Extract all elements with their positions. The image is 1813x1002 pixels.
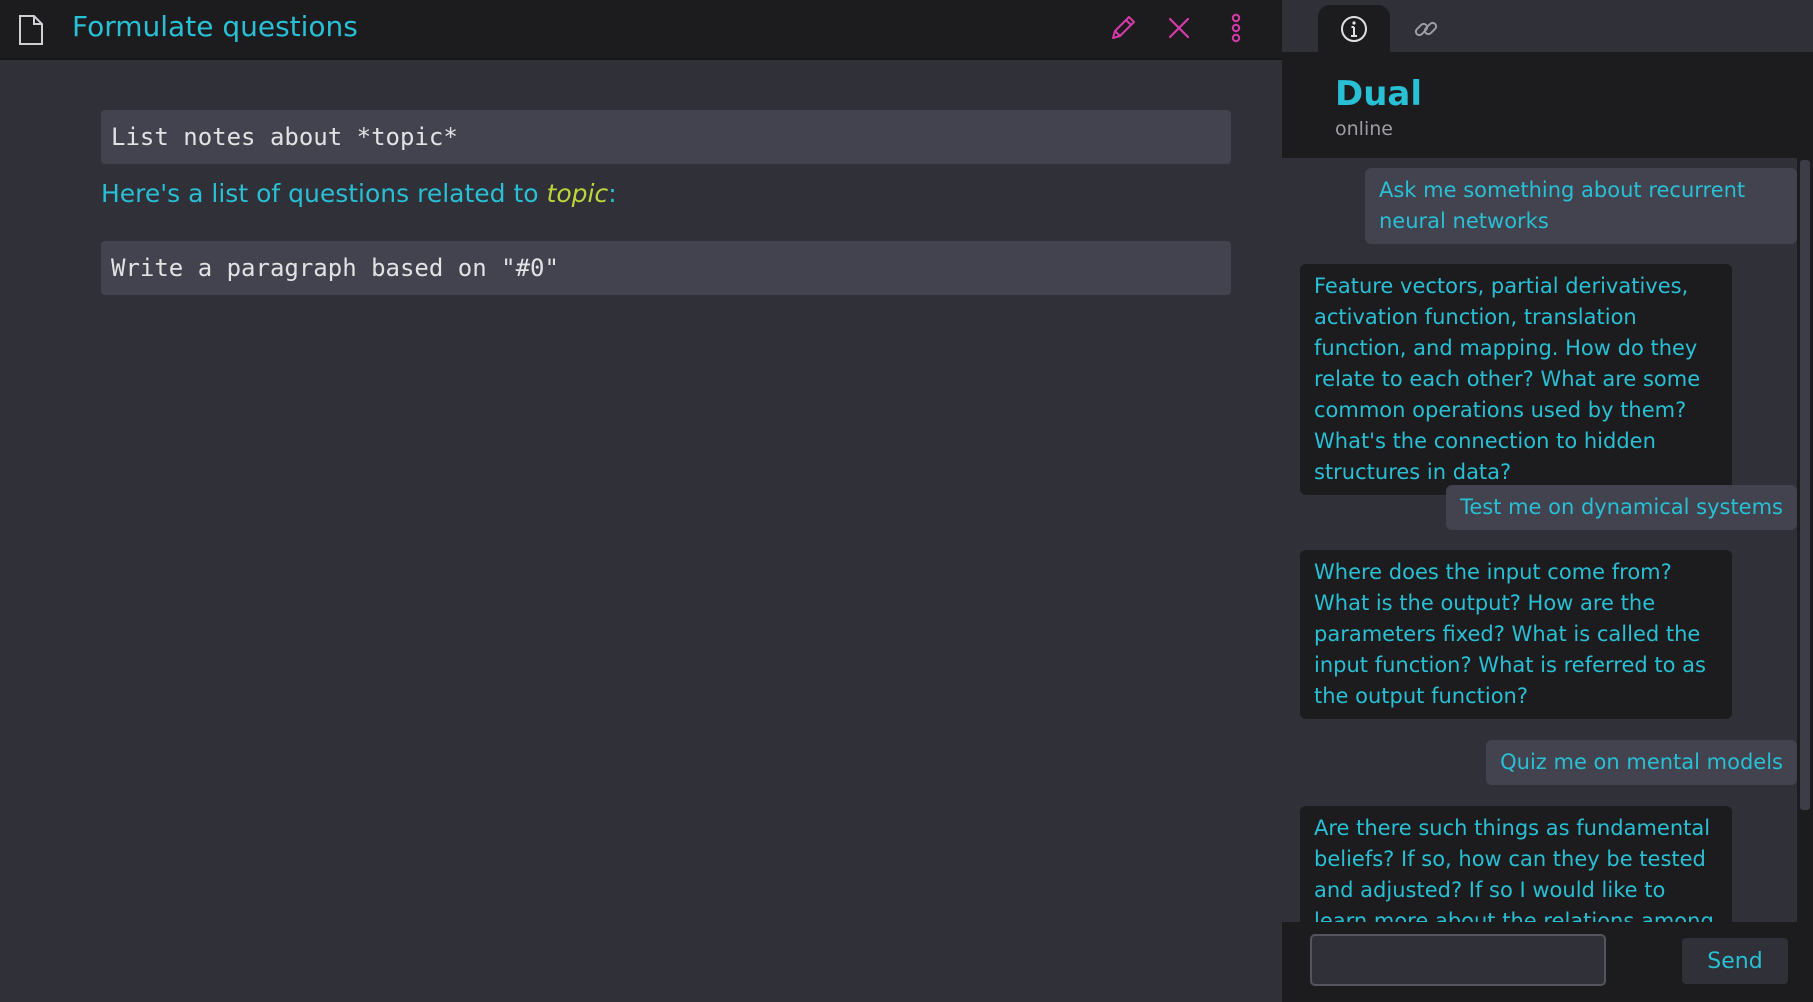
message-input[interactable]: [1310, 934, 1606, 986]
tab-link[interactable]: [1390, 5, 1462, 52]
tab-info[interactable]: [1318, 5, 1390, 52]
bot-message: Where does the input come from? What is …: [1300, 550, 1732, 719]
code-block-write-paragraph[interactable]: Write a paragraph based on "#0": [101, 241, 1231, 295]
editor-topbar: Formulate questions: [0, 0, 1282, 60]
close-icon[interactable]: [1163, 12, 1195, 44]
rendered-text: Here's a list of questions related to to…: [101, 176, 617, 212]
code-block-list-notes[interactable]: List notes about *topic*: [101, 110, 1231, 164]
user-message: Quiz me on mental models: [1486, 740, 1797, 785]
pencil-icon[interactable]: [1107, 12, 1139, 44]
chat-pane: Dual online Ask me something about recur…: [1282, 0, 1813, 1002]
chat-title: Dual: [1335, 74, 1423, 114]
info-icon: [1341, 15, 1367, 42]
send-button[interactable]: Send: [1682, 938, 1788, 984]
document-icon: [19, 15, 43, 45]
more-vertical-icon[interactable]: [1220, 12, 1252, 44]
message-list[interactable]: Ask me something about recurrent neural …: [1282, 158, 1797, 922]
bot-message: Are there such things as fundamental bel…: [1300, 806, 1732, 922]
bot-message: Feature vectors, partial derivatives, ac…: [1300, 264, 1732, 495]
rendered-text-emphasis: topic: [546, 179, 609, 208]
chat-tabs: [1282, 0, 1813, 52]
link-icon: [1414, 21, 1438, 36]
user-message: Test me on dynamical systems: [1446, 485, 1797, 530]
chat-status: online: [1335, 118, 1393, 140]
user-message: Ask me something about recurrent neural …: [1365, 168, 1797, 244]
scrollbar-thumb[interactable]: [1800, 160, 1810, 810]
page-title: Formulate questions: [72, 10, 358, 43]
rendered-text-suffix: :: [608, 179, 617, 208]
message-scrollbar[interactable]: [1797, 158, 1813, 922]
editor-pane: Formulate questions List notes about *to…: [0, 0, 1282, 1002]
chat-composer: Send: [1282, 922, 1813, 1002]
rendered-text-prefix: Here's a list of questions related to: [101, 179, 547, 208]
